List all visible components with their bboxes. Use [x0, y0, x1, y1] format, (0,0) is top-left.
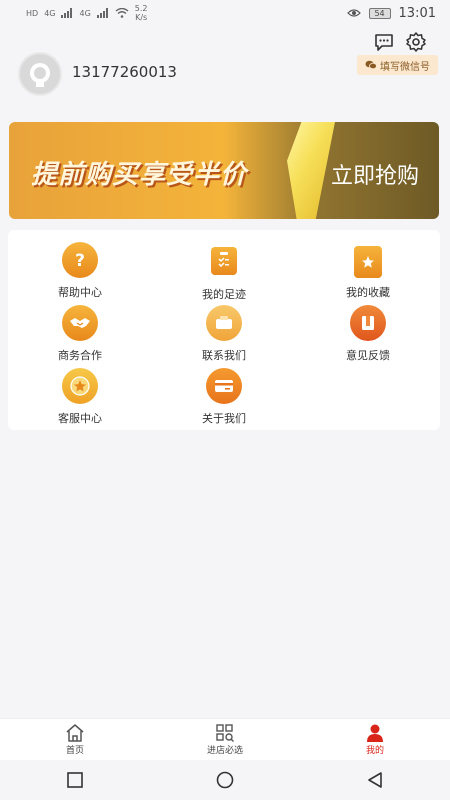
profile-header: 13177260013 填写微信号 — [0, 26, 450, 110]
back-button[interactable] — [355, 760, 395, 800]
bottom-tab-bar: 首页 进店必选 我的 — [0, 718, 450, 760]
menu-label-about-us: 关于我们 — [202, 412, 246, 425]
eye-icon — [346, 9, 361, 17]
tab-home-label: 首页 — [65, 746, 84, 756]
settings-gear-icon[interactable] — [404, 30, 428, 54]
tab-shop-picks[interactable]: 进店必选 — [175, 723, 275, 756]
handshake-icon — [62, 305, 98, 341]
net-speed-unit: K/s — [135, 13, 148, 22]
clock: 13:01 — [398, 5, 436, 21]
menu-label-customer-service: 客服中心 — [58, 412, 102, 425]
signal-bars-icon — [61, 8, 73, 18]
clipboard-icon — [211, 247, 237, 275]
square-icon — [67, 772, 83, 788]
person-icon — [364, 723, 386, 743]
tab-shop-picks-label: 进店必选 — [206, 746, 243, 756]
menu-item-contact-us[interactable]: 联系我们 — [174, 305, 274, 365]
net-speed: 5.2 K/s — [135, 4, 148, 22]
tab-mine-label: 我的 — [365, 746, 384, 756]
svg-text:?: ? — [75, 251, 85, 270]
wifi-icon — [115, 8, 129, 18]
menu-label-contact-us: 联系我们 — [202, 349, 246, 362]
tab-home[interactable]: 首页 — [25, 723, 125, 756]
menu-item-help-center[interactable]: ? 帮助中心 — [30, 242, 130, 302]
signal-4g-label-2: 4G — [79, 8, 91, 18]
menu-label-my-footprint: 我的足迹 — [202, 288, 246, 301]
signal-4g-label-1: 4G — [44, 8, 56, 18]
menu-item-feedback[interactable]: 意见反馈 — [318, 305, 418, 365]
recent-apps-button[interactable] — [55, 760, 95, 800]
menu-label-business-cooperation: 商务合作 — [58, 349, 102, 362]
home-icon — [64, 723, 86, 743]
grid-icon — [214, 723, 236, 743]
menu-label-my-favorites: 我的收藏 — [346, 286, 390, 299]
status-left: HD 4G 4G 5.2 K/s — [26, 4, 148, 22]
fill-wechat-label: 填写微信号 — [380, 61, 430, 73]
user-phone-number: 13177260013 — [72, 63, 177, 81]
fill-wechat-button[interactable]: 填写微信号 — [357, 55, 438, 75]
menu-item-my-favorites[interactable]: 我的收藏 — [318, 242, 418, 302]
wechat-icon — [365, 60, 377, 70]
banner-buy-now[interactable]: 立即抢购 — [331, 158, 419, 190]
avatar[interactable] — [18, 52, 62, 96]
signal-bars-icon-2 — [96, 8, 108, 18]
banner-page-curl — [287, 122, 335, 219]
bag-star-icon — [354, 246, 382, 278]
circle-icon — [216, 771, 234, 789]
wallet-icon — [206, 305, 242, 341]
status-right: 54 13:01 — [346, 5, 436, 21]
signal-hd-label: HD — [26, 8, 39, 18]
star-badge-icon — [62, 368, 98, 404]
home-button[interactable] — [205, 760, 245, 800]
system-navigation-bar — [0, 760, 450, 800]
card-icon — [206, 368, 242, 404]
menu-item-customer-service[interactable]: 客服中心 — [30, 368, 130, 428]
tab-mine[interactable]: 我的 — [325, 723, 425, 756]
promo-banner[interactable]: 提前购买享受半价 立即抢购 — [9, 122, 439, 219]
battery-indicator: 54 — [368, 7, 391, 19]
menu-label-help-center: 帮助中心 — [58, 286, 102, 299]
question-icon: ? — [62, 242, 98, 278]
menu-item-my-footprint[interactable]: 我的足迹 — [174, 242, 274, 302]
menu-label-feedback: 意见反馈 — [346, 349, 390, 362]
message-icon[interactable] — [372, 30, 396, 54]
banner-title: 提前购买享受半价 — [31, 160, 248, 190]
menu-item-about-us[interactable]: 关于我们 — [174, 368, 274, 428]
avatar-default-icon — [30, 63, 50, 87]
service-menu-card: ? 帮助中心 我的足迹 我的收藏 商务合作 联系我们 意见反馈 客服中心 关于我… — [8, 230, 440, 430]
menu-item-business-cooperation[interactable]: 商务合作 — [30, 305, 130, 365]
back-triangle-icon — [368, 772, 382, 788]
feedback-icon — [350, 305, 386, 341]
status-bar: HD 4G 4G 5.2 K/s 54 13:01 — [0, 0, 450, 26]
net-speed-value: 5.2 — [134, 4, 148, 13]
